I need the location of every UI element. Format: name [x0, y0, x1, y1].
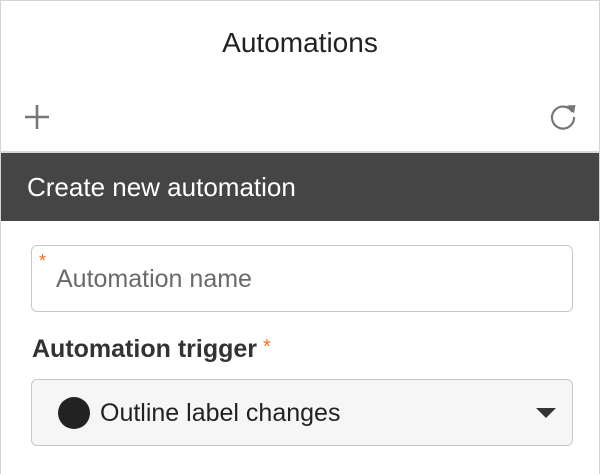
automations-panel: Automations Create new automation * Auto…	[0, 0, 600, 474]
trigger-selected-value: Outline label changes	[100, 399, 341, 427]
required-marker: *	[39, 251, 47, 271]
automation-trigger-label-text: Automation trigger	[32, 335, 257, 363]
chevron-down-icon	[536, 408, 556, 418]
refresh-icon	[550, 105, 576, 130]
automation-trigger-label: Automation trigger *	[32, 331, 271, 367]
panel-title: Automations	[222, 27, 378, 58]
create-automation-header: Create new automation	[1, 153, 599, 221]
plus-icon	[25, 105, 49, 129]
required-marker: *	[263, 336, 271, 358]
refresh-button[interactable]	[547, 101, 579, 133]
filled-circle-icon	[58, 397, 90, 429]
automation-trigger-select[interactable]: Outline label changes	[31, 379, 573, 446]
automation-name-field[interactable]: *	[31, 245, 573, 312]
automation-name-input[interactable]	[56, 258, 556, 300]
add-automation-button[interactable]	[21, 101, 53, 133]
toolbar	[1, 93, 599, 141]
